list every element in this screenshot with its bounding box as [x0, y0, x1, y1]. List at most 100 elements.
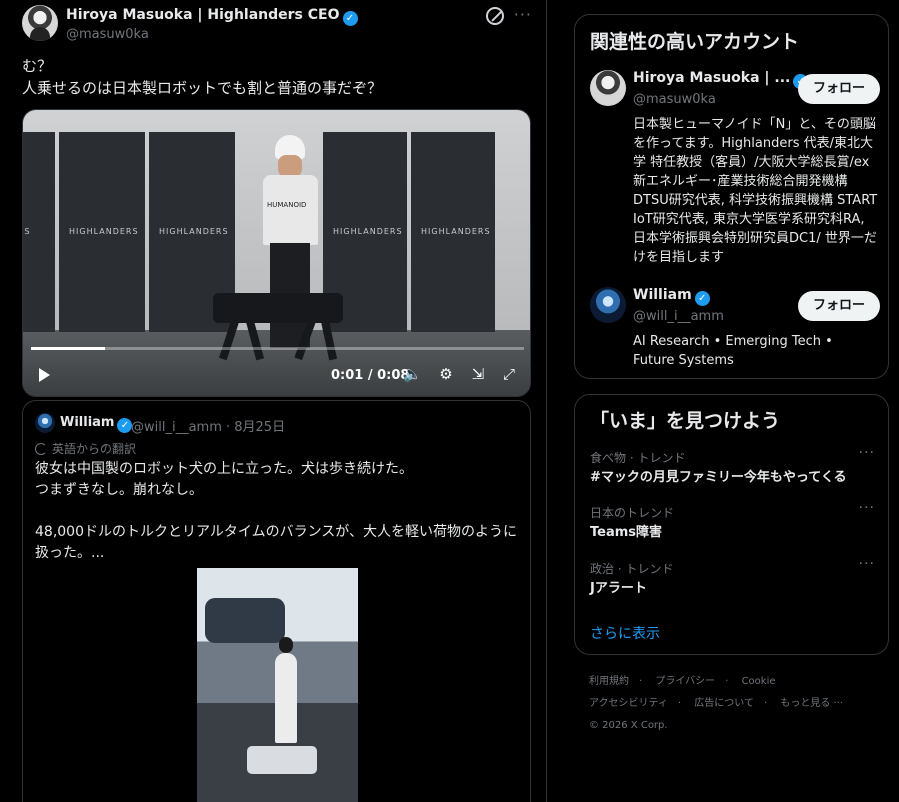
robot-dog-leg	[294, 319, 316, 361]
video-player[interactable]: HIGHLANDERS HIGHLANDERS HIGHLANDERS HIGH…	[22, 109, 531, 397]
video-banner-panel: HIGHLANDERS	[23, 132, 55, 332]
banner-label: HIGHLANDERS	[421, 227, 491, 236]
footer-link-accessibility[interactable]: アクセシビリティ	[589, 698, 668, 709]
trend-name: Teams障害	[590, 525, 663, 540]
settings-gear-icon[interactable]: ⚙	[437, 365, 455, 383]
translated-label-text: 英語からの翻訳	[52, 442, 137, 456]
robot-dog-leg	[245, 319, 265, 361]
robot-dog-leg	[219, 319, 239, 361]
quoted-text: 彼女は中国製のロボット犬の上に立った。犬は歩き続けた。 つまずきなし。崩れなし。…	[35, 459, 525, 564]
author-handle[interactable]: @masuw0ka	[66, 27, 149, 42]
related-account[interactable]: William ✓ @will_i__amm フォロー AI Research •…	[590, 287, 880, 372]
quoted-meta: @will_i__amm · 8月25日	[131, 420, 286, 435]
trends-title: 「いま」を見つけよう	[590, 410, 781, 432]
quoted-text-line: 彼女は中国製のロボット犬の上に立った。犬は歩き続けた。	[35, 461, 413, 477]
account-handle: @masuw0ka	[633, 92, 716, 107]
footer-link-cookie[interactable]: Cookie	[742, 676, 776, 687]
related-accounts-card: 関連性の高いアカウント Hiroya Masuoka | ...✓ @masuw…	[574, 14, 889, 379]
trend-more-icon[interactable]: ···	[859, 445, 875, 461]
trend-category: 食べ物 · トレンド	[590, 451, 686, 465]
tweet-text-line: む？	[22, 57, 53, 75]
footer-separator: ·	[639, 676, 643, 687]
trend-category: 日本のトレンド	[590, 506, 675, 520]
shirt-text: HUMANOID	[267, 201, 307, 209]
trend-item[interactable]: 政治 · トレンド Jアラート ···	[590, 556, 875, 600]
trend-more-icon[interactable]: ···	[859, 500, 875, 516]
banner-label: HIGHLANDERS	[69, 227, 139, 236]
footer-row: アクセシビリティ · 広告について · もっと見る ···	[589, 693, 879, 715]
robot-dog-body	[213, 293, 343, 323]
related-account[interactable]: Hiroya Masuoka | ...✓ @masuw0ka フォロー 日本製…	[590, 70, 880, 270]
pip-icon[interactable]: ⇲	[469, 365, 487, 383]
video-progress-fill	[31, 347, 105, 350]
account-name[interactable]: William ✓	[633, 287, 710, 306]
trend-more-icon[interactable]: ···	[859, 556, 875, 572]
trends-card: 「いま」を見つけよう 食べ物 · トレンド #マックの月見ファミリー今年もやって…	[574, 394, 889, 655]
banner-label: HIGHLANDERS	[23, 227, 31, 236]
quoted-author-name[interactable]: William ✓	[60, 415, 133, 433]
trend-category: 政治 · トレンド	[590, 562, 674, 576]
fullscreen-icon[interactable]: ⤢	[500, 365, 518, 383]
video-time: 0:01 / 0:08	[331, 368, 410, 383]
show-more-link[interactable]: さらに表示	[590, 623, 660, 643]
author-name[interactable]: Hiroya Masuoka | Highlanders CEO ✓	[66, 7, 358, 26]
image-robot	[205, 598, 285, 643]
account-avatar[interactable]	[590, 287, 626, 323]
follow-button[interactable]: フォロー	[798, 74, 880, 104]
author-avatar[interactable]	[22, 5, 58, 41]
quoted-author-name-text: William	[60, 415, 115, 430]
grok-icon[interactable]	[486, 7, 504, 25]
image-robot-dog	[247, 746, 317, 774]
account-handle: @will_i__amm	[633, 309, 724, 324]
video-progress-bar[interactable]	[31, 347, 524, 350]
quoted-media-image[interactable]	[197, 568, 358, 802]
account-bio: 日本製ヒューマノイド「N」と、その頭脳を作ってます。Highlanders 代表…	[633, 117, 878, 265]
account-avatar[interactable]	[590, 70, 626, 106]
footer-link-ads[interactable]: 広告について	[694, 698, 754, 709]
trend-name: #マックの月見ファミリー今年もやってくる	[590, 470, 847, 485]
follow-button[interactable]: フォロー	[798, 291, 880, 321]
banner-label: HIGHLANDERS	[333, 227, 403, 236]
verified-badge-icon: ✓	[694, 291, 710, 306]
volume-icon[interactable]: 🔈	[403, 365, 422, 383]
footer-separator: ·	[763, 698, 768, 709]
quoted-text-spacer	[35, 501, 525, 522]
footer-separator: ·	[725, 676, 729, 687]
video-banner-panel: HIGHLANDERS	[59, 132, 145, 332]
more-options-icon[interactable]: ···	[514, 5, 532, 24]
video-banner-panel: HIGHLANDERS	[411, 132, 495, 332]
person-head	[278, 155, 302, 177]
footer-row: 利用規約 · プライバシー · Cookie	[589, 671, 879, 693]
footer-separator: ·	[677, 698, 682, 709]
quoted-tweet[interactable]: William ✓ @will_i__amm · 8月25日 英語からの翻訳 彼女…	[22, 400, 531, 802]
translated-label[interactable]: 英語からの翻訳	[35, 440, 136, 457]
footer-link-privacy[interactable]: プライバシー	[655, 676, 715, 687]
quoted-text-line: つまずきなし。崩れなし。	[35, 482, 203, 498]
footer-link-terms[interactable]: 利用規約	[589, 676, 629, 687]
account-name[interactable]: Hiroya Masuoka | ...✓	[633, 70, 809, 89]
video-robot-dog	[213, 288, 343, 363]
trend-item[interactable]: 日本のトレンド Teams障害 ···	[590, 500, 875, 544]
main-timeline: Hiroya Masuoka | Highlanders CEO ✓ @masuw…	[0, 0, 547, 802]
footer-copyright: © 2026 X Corp.	[589, 720, 668, 731]
account-bio: AI Research • Emerging Tech • Future Sys…	[633, 334, 833, 368]
trend-item[interactable]: 食べ物 · トレンド #マックの月見ファミリー今年もやってくる ···	[590, 445, 875, 489]
translate-icon	[35, 443, 47, 455]
banner-label: HIGHLANDERS	[159, 227, 229, 236]
footer-link-more[interactable]: もっと見る ···	[780, 698, 843, 709]
robot-dog-leg	[320, 319, 338, 361]
related-accounts-title: 関連性の高いアカウント	[590, 31, 800, 53]
play-icon[interactable]	[39, 368, 50, 382]
person-shirt: HUMANOID	[263, 175, 318, 245]
tweet-text-line: 人乗せるのは日本製ロボットでも割と普通の事だぞ？	[22, 79, 383, 97]
tweet-text: む？ 人乗せるのは日本製ロボットでも割と普通の事だぞ？	[22, 55, 532, 99]
trend-name: Jアラート	[590, 581, 647, 596]
verified-badge-icon: ✓	[342, 11, 358, 26]
quoted-author-avatar[interactable]	[35, 413, 55, 433]
account-name-text: William	[633, 287, 692, 303]
quoted-text-line: 48,000ドルのトルクとリアルタイムのバランスが、大人を軽い荷物のように扱った…	[35, 524, 518, 561]
footer-links: 利用規約 · プライバシー · Cookie アクセシビリティ · 広告について · も…	[589, 671, 879, 737]
author-name-text: Hiroya Masuoka | Highlanders CEO	[66, 7, 340, 23]
tweet-header: Hiroya Masuoka | Highlanders CEO ✓ @masuw…	[22, 5, 532, 45]
account-name-text: Hiroya Masuoka | ...	[633, 70, 791, 86]
